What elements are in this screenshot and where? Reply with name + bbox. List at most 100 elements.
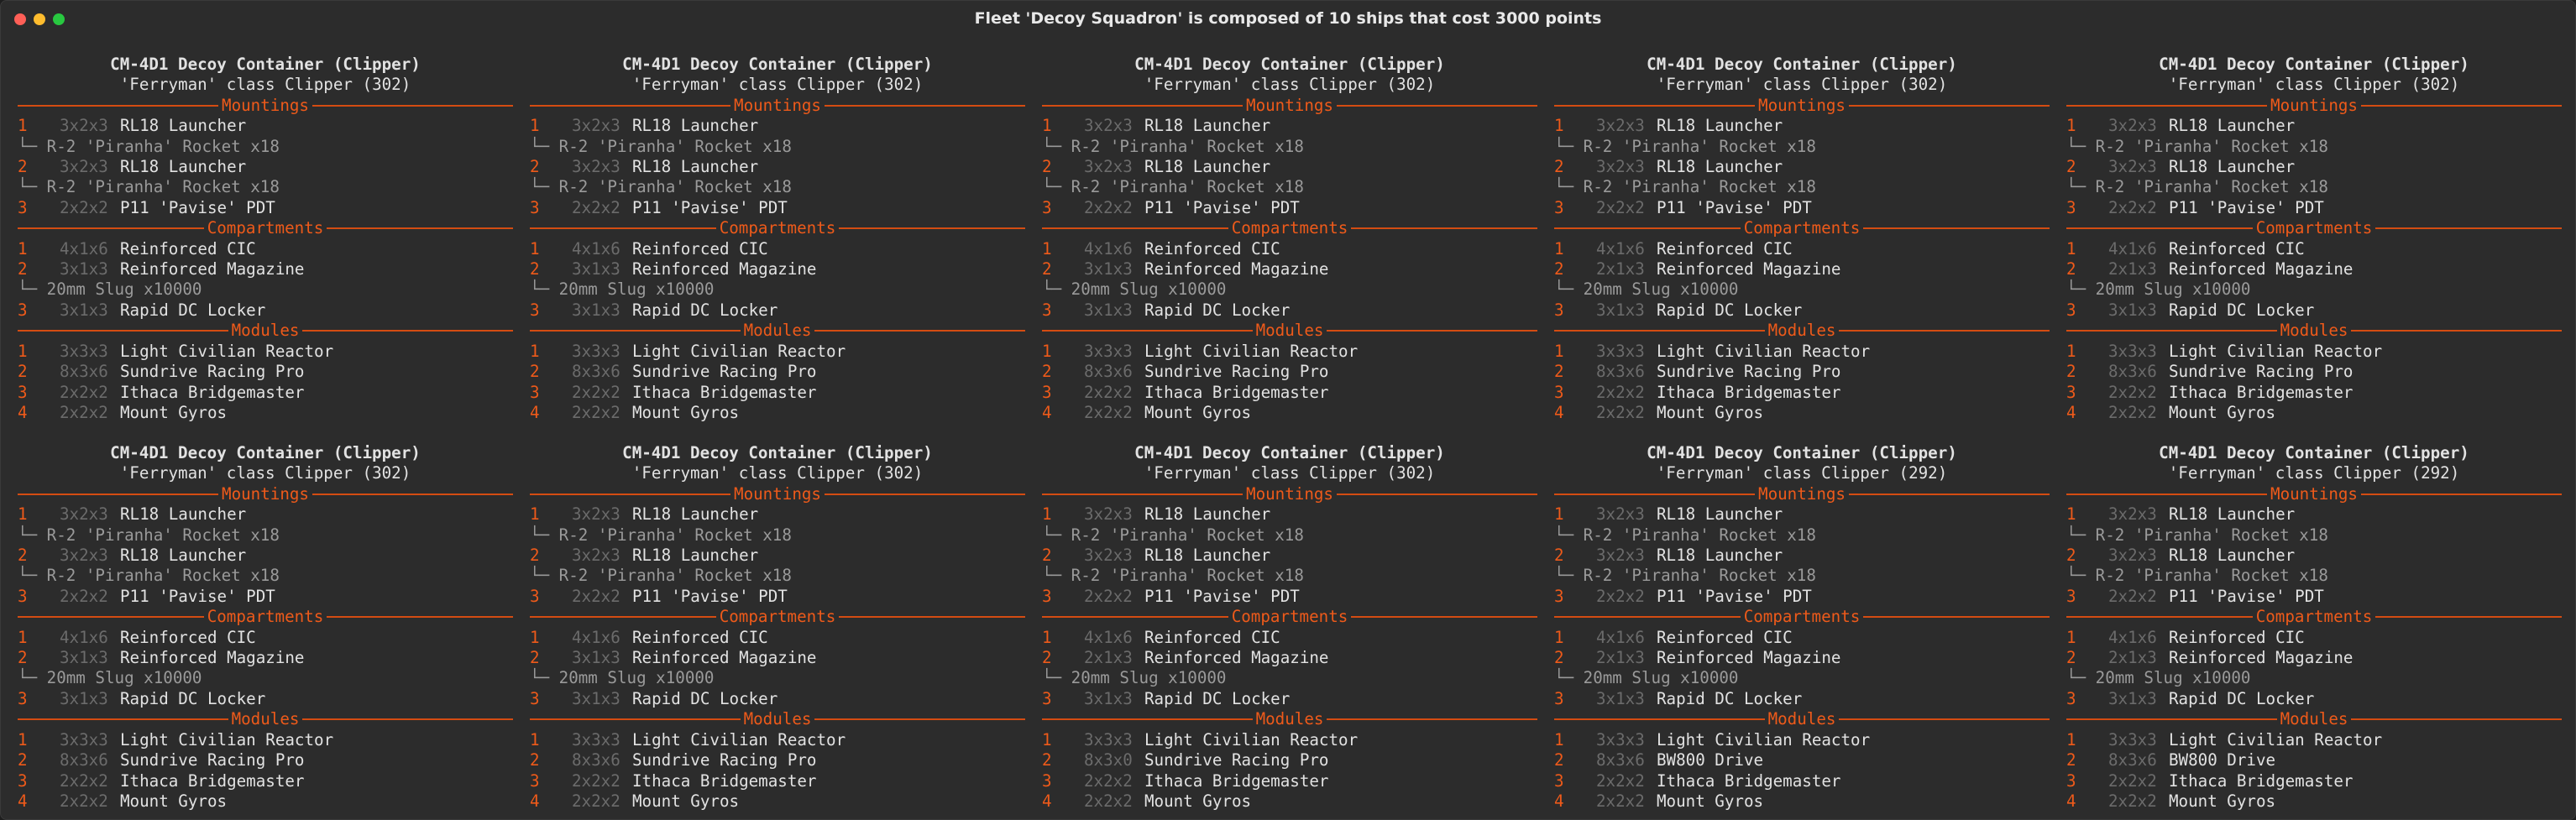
component-size: 2x2x2 — [60, 197, 108, 217]
slot-number: 2 — [1554, 259, 1564, 279]
mountings-header: Mountings — [18, 484, 513, 504]
component-name: Light Civilian Reactor — [632, 341, 846, 361]
slot-number: 3 — [1042, 586, 1052, 606]
modules-row: 2 8x3x6 Sundrive Racing Pro — [530, 750, 1025, 770]
mountings-header: Mountings — [1554, 484, 2050, 504]
component-name: Rapid DC Locker — [120, 688, 266, 708]
compartments-row: 3 3x1x3 Rapid DC Locker — [1042, 300, 1537, 321]
modules-label: Modules — [231, 321, 300, 341]
component-name: Mount Gyros — [632, 402, 740, 422]
mountings-row: 3 2x2x2 P11 'Pavise' PDT — [530, 587, 1025, 607]
component-size: 3x3x3 — [1596, 729, 1645, 749]
compartments-label: Compartments — [207, 218, 324, 238]
modules-row: 3 2x2x2 Ithaca Bridgemaster — [1554, 771, 2050, 791]
slot-number: 3 — [18, 382, 28, 402]
component-size: 3x3x3 — [1084, 341, 1133, 361]
modules-row: 4 2x2x2 Mount Gyros — [2066, 403, 2562, 423]
mountings-subitem: └─ R-2 'Piranha' Rocket x18 — [1042, 525, 1304, 545]
modules-row: 4 2x2x2 Mount Gyros — [18, 403, 513, 423]
ship-class: 'Ferryman' class Clipper (292) — [1656, 463, 1948, 483]
component-name: Rapid DC Locker — [1144, 300, 1291, 320]
component-name: P11 'Pavise' PDT — [632, 197, 788, 217]
component-name: P11 'Pavise' PDT — [1657, 197, 1812, 217]
modules-row: 2 8x3x6 BW800 Drive — [2066, 750, 2562, 770]
slot-number: 3 — [18, 300, 28, 320]
component-size: 3x1x3 — [572, 259, 620, 279]
slot-number: 2 — [18, 648, 28, 668]
component-size: 8x3x6 — [1084, 362, 1133, 382]
component-size: 8x3x6 — [2108, 750, 2157, 770]
slot-number: 2 — [18, 750, 28, 770]
slot-number: 3 — [2066, 300, 2076, 320]
compartments-row: 3 3x1x3 Rapid DC Locker — [1554, 300, 2050, 321]
slot-number: 1 — [1554, 729, 1564, 749]
mountings-row: 2 3x2x3 RL18 Launcher — [530, 157, 1025, 177]
component-size: 3x3x3 — [572, 729, 620, 749]
component-name: Sundrive Racing Pro — [120, 362, 305, 382]
component-name: RL18 Launcher — [632, 504, 759, 525]
component-name: RL18 Launcher — [1144, 504, 1271, 525]
mountings-label: Mountings — [222, 483, 309, 504]
slot-number: 1 — [18, 729, 28, 749]
modules-row: 2 8x3x6 BW800 Drive — [1554, 750, 2050, 770]
slot-number: 1 — [1042, 729, 1052, 749]
mountings-row: 3 2x2x2 P11 'Pavise' PDT — [1042, 587, 1537, 607]
compartments-row: 2 3x1x3 Reinforced Magazine — [18, 648, 513, 668]
modules-header: Modules — [1554, 321, 2050, 341]
ship-card: CM-4D1 Decoy Container (Clipper) 'Ferryma… — [18, 443, 513, 811]
mountings-subitem: └─ R-2 'Piranha' Rocket x18 — [2066, 136, 2328, 156]
slot-number: 2 — [18, 362, 28, 382]
component-size: 3x2x3 — [60, 504, 108, 525]
modules-label: Modules — [1255, 709, 1324, 729]
modules-row: 1 3x3x3 Light Civilian Reactor — [530, 342, 1025, 362]
component-name: RL18 Launcher — [1657, 116, 1783, 136]
ship-name: CM-4D1 Decoy Container (Clipper) — [2159, 443, 2469, 462]
mountings-row: 2 3x2x3 RL18 Launcher — [18, 546, 513, 566]
component-name: Rapid DC Locker — [2169, 688, 2315, 708]
modules-row: 3 2x2x2 Ithaca Bridgemaster — [2066, 383, 2562, 403]
component-name: Ithaca Bridgemaster — [1144, 770, 1329, 791]
slot-number: 3 — [1554, 382, 1564, 402]
compartments-row: 3 3x1x3 Rapid DC Locker — [2066, 689, 2562, 709]
mountings-subitem: └─ R-2 'Piranha' Rocket x18 — [1042, 566, 1304, 586]
component-size: 2x1x3 — [1596, 648, 1645, 668]
slot-number: 2 — [530, 648, 540, 668]
compartments-row: 1 4x1x6 Reinforced CIC — [530, 628, 1025, 648]
compartments-subitem: └─ 20mm Slug x10000 — [1554, 668, 1739, 688]
component-size: 3x2x3 — [1084, 116, 1133, 136]
modules-row: 4 2x2x2 Mount Gyros — [530, 403, 1025, 423]
mountings-row: 1 3x2x3 RL18 Launcher — [18, 504, 513, 525]
component-size: 4x1x6 — [60, 238, 108, 259]
slot-number: 2 — [1554, 157, 1564, 177]
component-name: RL18 Launcher — [632, 116, 759, 136]
slot-number: 2 — [2066, 750, 2076, 770]
component-size: 4x1x6 — [572, 238, 620, 259]
component-size: 3x1x3 — [60, 259, 108, 279]
mountings-label: Mountings — [734, 483, 821, 504]
modules-row: 3 2x2x2 Ithaca Bridgemaster — [530, 383, 1025, 403]
slot-number: 1 — [1554, 504, 1564, 525]
component-name: Light Civilian Reactor — [1144, 341, 1359, 361]
slot-number: 3 — [18, 586, 28, 606]
ship-card: CM-4D1 Decoy Container (Clipper) 'Ferryma… — [2066, 443, 2562, 811]
slot-number: 2 — [1554, 750, 1564, 770]
component-name: P11 'Pavise' PDT — [2169, 197, 2324, 217]
slot-number: 1 — [530, 238, 540, 259]
component-size: 3x1x3 — [1084, 300, 1133, 320]
compartments-label: Compartments — [1231, 607, 1348, 627]
component-name: Reinforced CIC — [2169, 627, 2305, 647]
ship-name: CM-4D1 Decoy Container (Clipper) — [622, 55, 933, 74]
component-name: Ithaca Bridgemaster — [632, 770, 817, 791]
compartments-header: Compartments — [1042, 607, 1537, 627]
component-name: Reinforced Magazine — [1657, 259, 1841, 279]
slot-number: 3 — [1554, 197, 1564, 217]
compartments-row: 3 3x1x3 Rapid DC Locker — [2066, 300, 2562, 321]
component-name: RL18 Launcher — [1144, 116, 1271, 136]
component-name: Reinforced CIC — [1144, 238, 1280, 259]
slot-number: 3 — [1554, 688, 1564, 708]
component-name: Ithaca Bridgemaster — [1144, 382, 1329, 402]
component-size: 2x2x2 — [2108, 770, 2157, 791]
component-name: Mount Gyros — [1144, 402, 1252, 422]
slot-number: 1 — [1554, 116, 1564, 136]
mountings-label: Mountings — [1758, 95, 1846, 115]
